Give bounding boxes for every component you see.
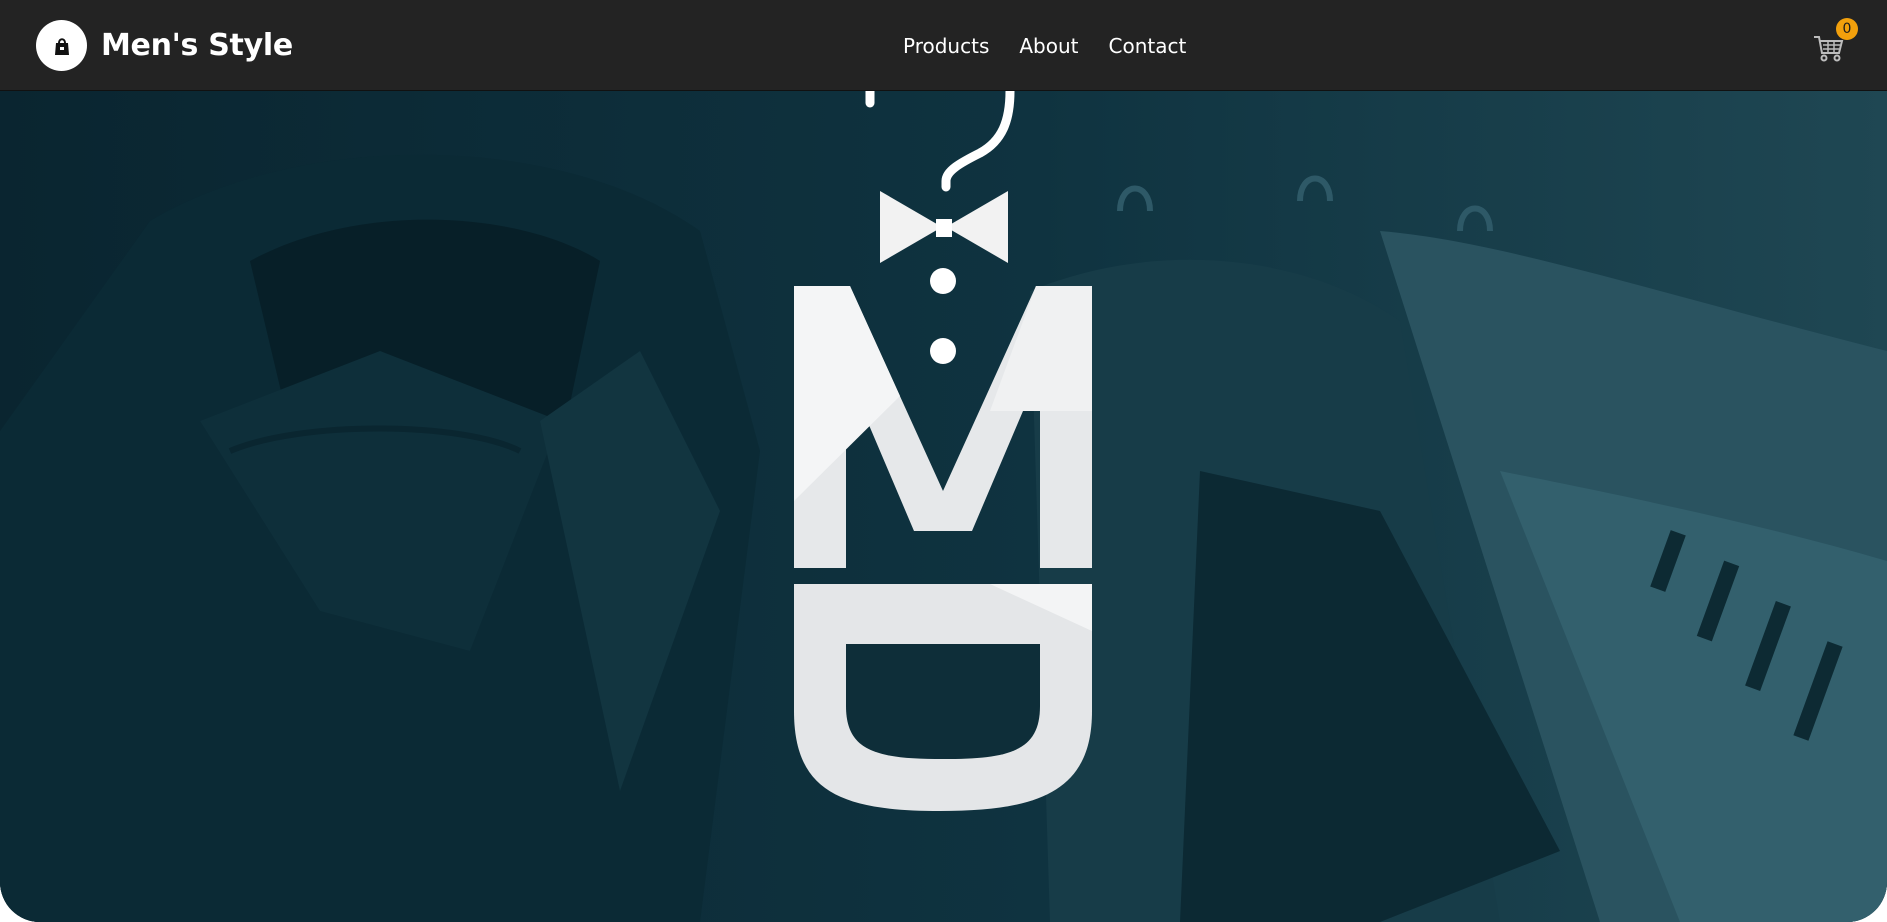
brand-name[interactable]: Men's Style bbox=[101, 28, 293, 63]
nav-products-link[interactable]: Products bbox=[903, 34, 989, 58]
brand-logo[interactable] bbox=[36, 20, 87, 71]
nav-about-link[interactable]: About bbox=[1019, 34, 1078, 58]
brand[interactable]: Men's Style bbox=[36, 20, 293, 71]
main-nav: Products About Contact bbox=[903, 34, 1186, 58]
shopping-bag-icon bbox=[54, 37, 69, 55]
md-hanger-bowtie-logo bbox=[794, 91, 1092, 811]
hero-banner bbox=[0, 91, 1887, 922]
cart-count-badge: 0 bbox=[1836, 18, 1858, 40]
cart-button[interactable]: 0 bbox=[1810, 18, 1860, 68]
navbar: Men's Style Products About Contact 0 bbox=[0, 0, 1887, 91]
nav-contact-link[interactable]: Contact bbox=[1109, 34, 1187, 58]
